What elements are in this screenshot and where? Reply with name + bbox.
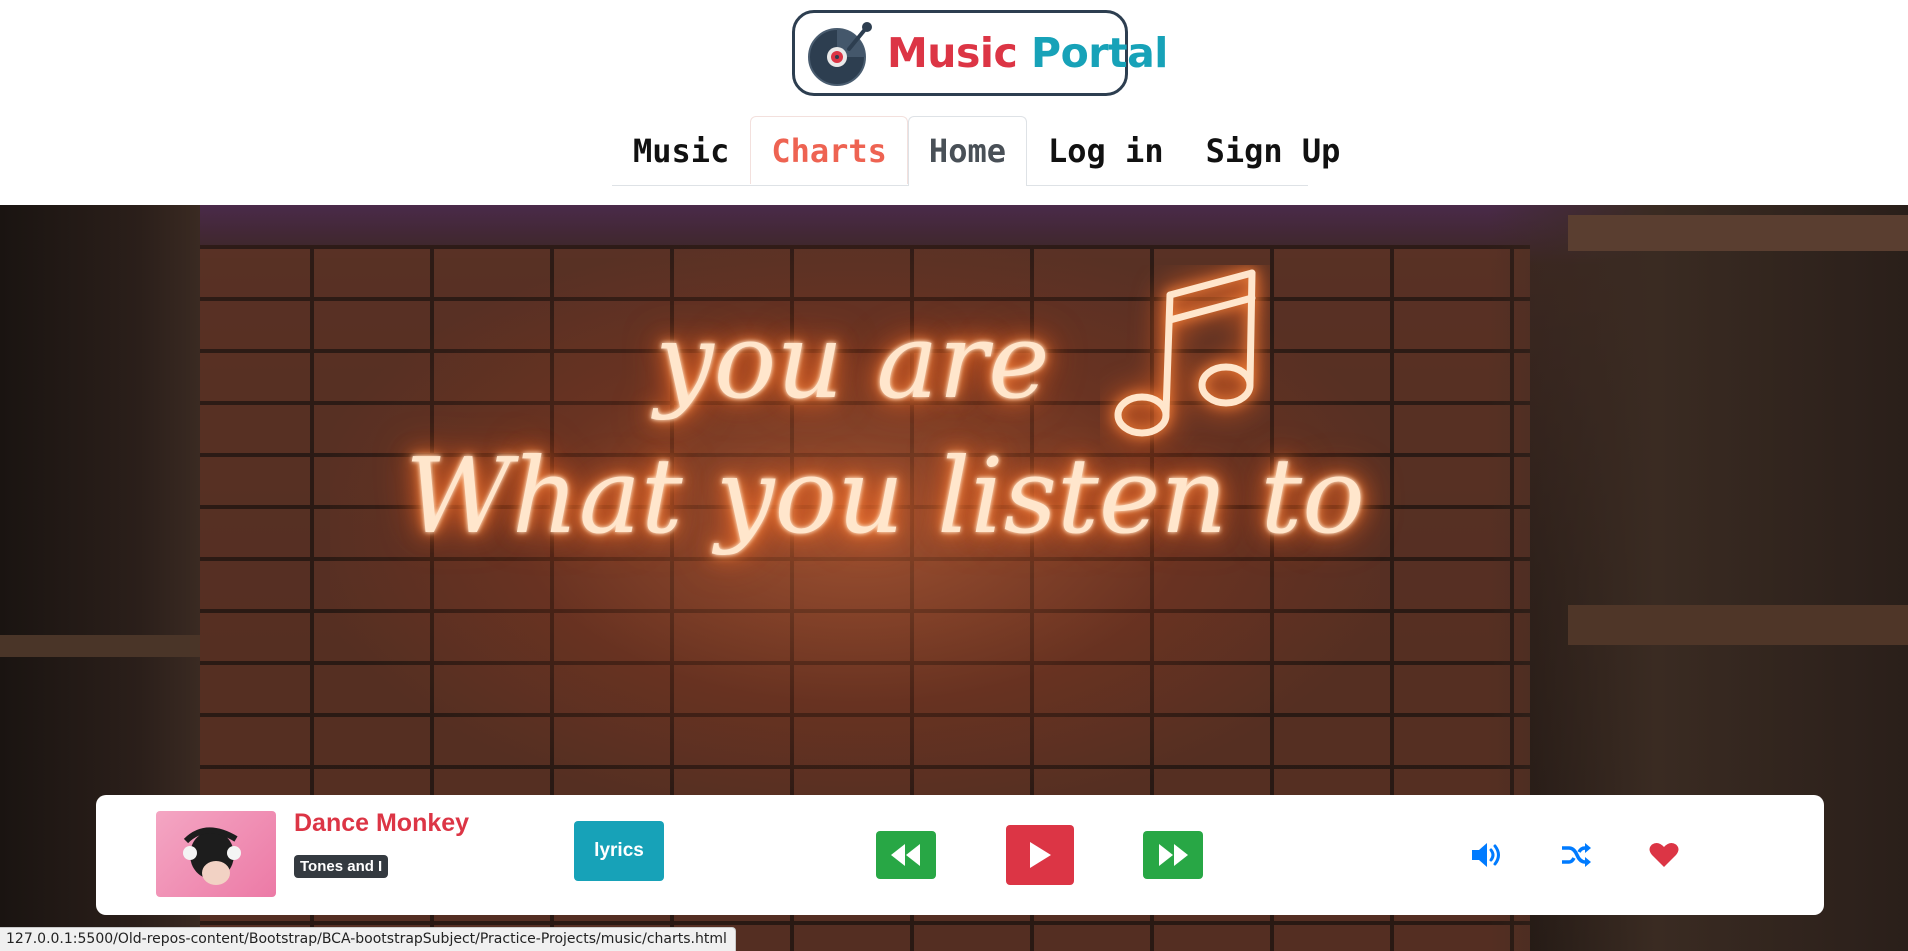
neon-sign-line1: you are (655, 300, 1050, 422)
play-button[interactable] (1006, 825, 1074, 885)
lyrics-button[interactable]: lyrics (574, 821, 664, 881)
album-cover (156, 811, 276, 897)
nav-tab-charts[interactable]: Charts (750, 116, 908, 184)
main-nav: Music Charts Home Log in Sign Up (612, 116, 1340, 186)
heart-icon (1649, 842, 1679, 867)
shuffle-icon (1562, 843, 1591, 867)
play-icon (1030, 842, 1051, 868)
nav-tab-home[interactable]: Home (907, 116, 1027, 186)
shuffle-button[interactable] (1556, 835, 1596, 875)
fast-forward-icon (1159, 844, 1188, 866)
fast-backward-icon (891, 844, 920, 866)
volume-icon (1472, 843, 1500, 867)
artist-badge: Tones and I (294, 855, 389, 878)
next-button[interactable] (1143, 831, 1203, 879)
site-name-word2: Portal (1031, 29, 1168, 77)
browser-status-url: 127.0.0.1:5500/Old-repos-content/Bootstr… (0, 927, 736, 951)
volume-button[interactable] (1468, 835, 1508, 875)
favorite-button[interactable] (1644, 835, 1684, 875)
neon-sign-line2: What you listen to (405, 435, 1365, 557)
site-name-word1: Music (887, 29, 1018, 77)
site-logo[interactable]: Music Portal (792, 10, 1168, 96)
nav-tab-signup[interactable]: Sign Up (1185, 116, 1362, 184)
nav-tab-music[interactable]: Music (612, 116, 750, 184)
music-player: Dance Monkey Tones and I lyrics (96, 795, 1824, 915)
nav-tab-login[interactable]: Log in (1027, 116, 1185, 184)
song-title[interactable]: Dance Monkey (294, 809, 469, 838)
record-player-icon (808, 22, 872, 86)
site-name: Music Portal (887, 29, 1168, 77)
previous-button[interactable] (876, 831, 936, 879)
